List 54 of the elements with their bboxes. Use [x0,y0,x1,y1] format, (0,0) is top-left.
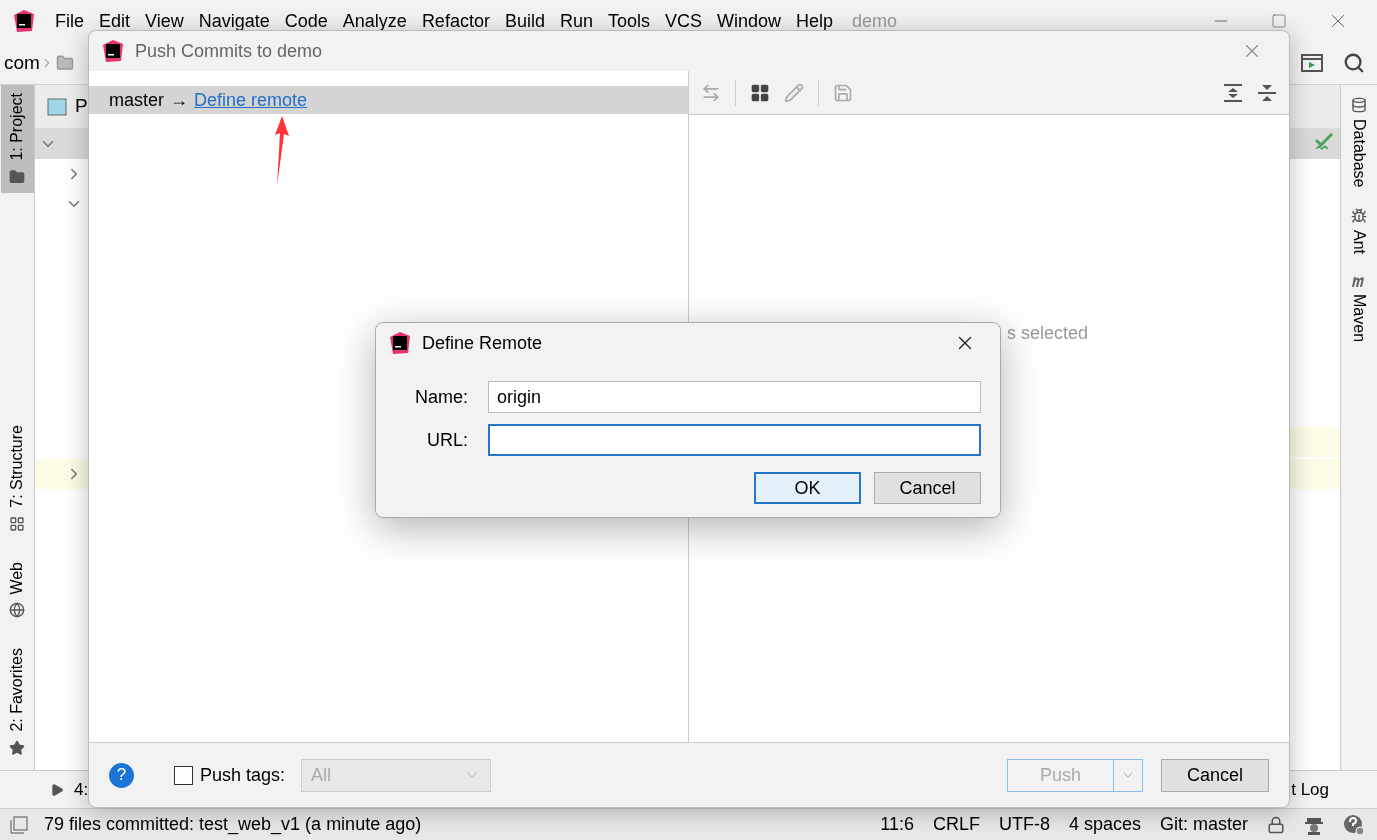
field-label: Name: [414,385,468,409]
collapse-all-icon[interactable] [1257,82,1277,103]
tool-window-tab[interactable]: Database [1349,97,1369,188]
tool-window-tab[interactable]: t Log [1291,776,1329,803]
dialog-button[interactable]: Cancel [874,472,981,504]
push-tags-checkbox[interactable] [174,765,193,785]
app-logo [388,331,412,355]
run-window-icon[interactable] [1301,53,1323,73]
search-icon[interactable] [1343,52,1365,74]
tool-window-tab[interactable]: Ant [1349,207,1369,254]
status-item[interactable]: Git: master [1160,811,1248,838]
cancel-button[interactable]: Cancel [1161,758,1269,792]
panel-icon [47,97,67,116]
star-icon [9,740,25,756]
dialog-button[interactable]: OK [754,472,861,504]
bug-icon [1351,207,1367,224]
branch-name: master [109,88,164,112]
database-icon [1351,97,1367,113]
status-item[interactable]: CRLF [932,811,980,838]
breadcrumb[interactable]: com [4,48,40,78]
app-logo [101,39,125,63]
status-item[interactable]: 11:6 [880,811,914,838]
window-title: demo [852,9,898,33]
field-label: URL: [426,428,468,452]
tool-window-tab[interactable]: 2: Favorites [0,640,34,764]
status-message: 79 files committed: test_web_v1 (a minute ago) [44,813,422,837]
folder-icon [9,168,25,185]
tool-window-tab[interactable]: 1: Project [0,85,34,193]
tool-window-tab[interactable]: 4: [74,776,89,803]
panel-title: P [75,94,88,119]
app-logo [12,9,36,33]
tool-window-tab[interactable]: Maven [1349,273,1369,342]
structure-icon [9,515,25,532]
globe-icon [9,602,25,619]
play-icon [50,782,64,797]
dialog-title: Define Remote [422,331,543,355]
folder-icon [55,54,74,72]
status-item[interactable]: 4 spaces [1068,811,1141,838]
push-tags-label: Push tags: [200,763,286,787]
status-item[interactable]: UTF-8 [998,811,1050,838]
menu-item[interactable]: File [55,7,84,35]
group-icon[interactable] [750,82,770,103]
empty-text: s selected [1007,323,1089,343]
expand-all-icon[interactable] [1223,82,1243,103]
help-button[interactable]: ? [109,762,134,788]
dialog-title: Push Commits to demo [135,39,323,63]
tool-window-tab[interactable]: 7: Structure [0,417,34,540]
text-field[interactable]: origin [488,381,981,413]
tool-window-tab[interactable]: Web [0,553,34,627]
check-icon [1314,133,1334,151]
lock-icon[interactable] [1267,815,1285,834]
help-icon[interactable] [1343,813,1365,836]
arrow-icon: → [170,86,188,114]
text-field[interactable] [488,424,981,456]
